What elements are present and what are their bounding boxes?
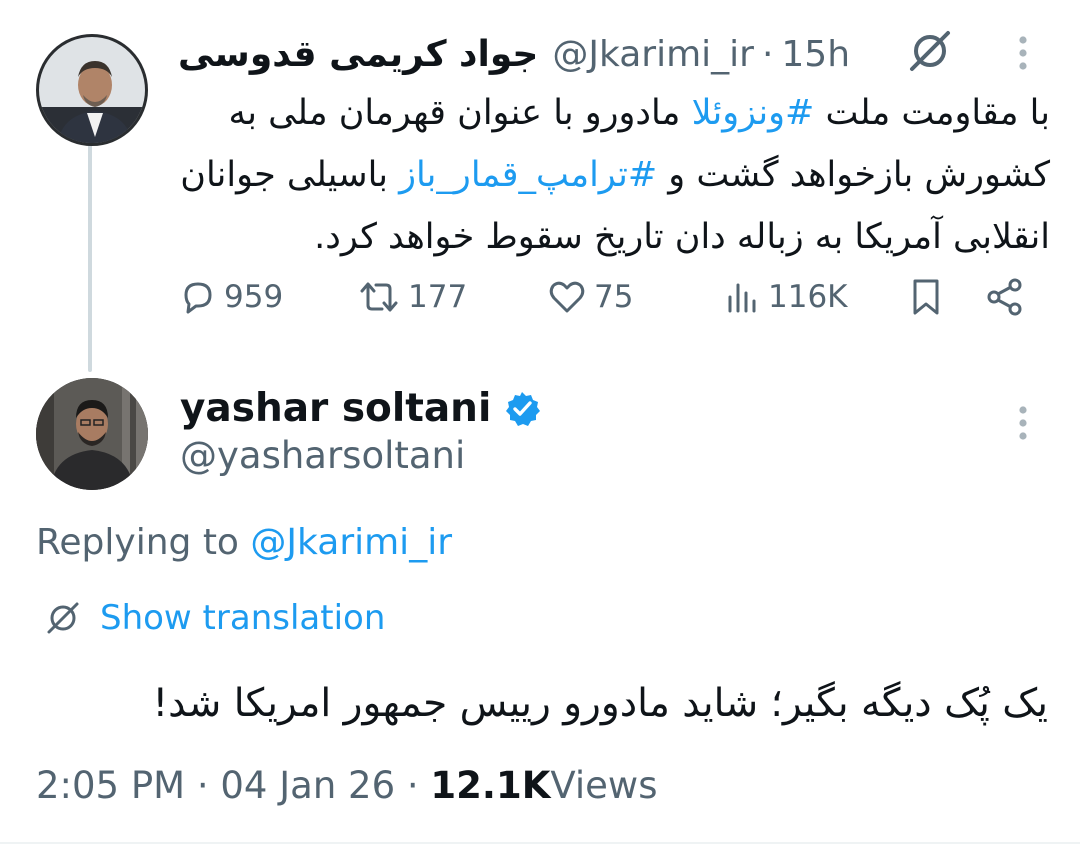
views-icon	[728, 283, 756, 313]
reply-display-name[interactable]: yashar soltani	[180, 386, 491, 431]
repost-icon	[360, 282, 398, 312]
bookmark-icon	[913, 279, 939, 315]
show-translation-button[interactable]: Show translation	[44, 594, 385, 642]
reply-time[interactable]: 2:05 PM	[36, 764, 185, 807]
translate-icon	[47, 602, 79, 634]
parent-avatar[interactable]	[36, 34, 148, 146]
reply-count: 959	[224, 279, 284, 315]
views-count: 116K	[768, 279, 848, 315]
like-count: 75	[594, 279, 634, 315]
replying-to-mention[interactable]: @Jkarimi_ir	[250, 522, 452, 563]
reply-views-count[interactable]: 12.1K	[430, 764, 550, 807]
parent-tweet-text: با مقاومت ملت #ونزوئلا مادورو با عنوان ق…	[160, 82, 1050, 268]
like-button[interactable]: 75	[546, 272, 633, 322]
repost-count: 177	[408, 279, 468, 315]
share-icon	[987, 278, 1022, 316]
repost-button[interactable]: 177	[356, 272, 467, 322]
tweet-thread: جواد کریمی قدوسی @Jkarimi_ir · 15h با مق…	[0, 0, 1080, 848]
reply-button[interactable]: 959	[178, 272, 283, 322]
thread-connector-line	[88, 140, 92, 372]
bookmark-button[interactable]	[906, 272, 952, 322]
reply-date[interactable]: 04 Jan 26	[220, 764, 395, 807]
reply-display-name-row: yashar soltani	[180, 386, 541, 431]
parent-action-bar: 959 177 75 116K	[0, 272, 1080, 322]
reply-views-label: Views	[550, 764, 658, 807]
reply-avatar[interactable]	[36, 378, 148, 490]
verified-badge-icon	[506, 391, 541, 426]
replying-to-line: Replying to @Jkarimi_ir	[36, 522, 452, 563]
meta-separator: ·	[406, 764, 419, 807]
more-icon[interactable]	[1000, 28, 1046, 78]
bottom-divider	[0, 842, 1080, 844]
parent-tweet-header: جواد کریمی قدوسی @Jkarimi_ir · 15h	[178, 30, 898, 78]
parent-timestamp[interactable]: 15h	[781, 34, 850, 75]
meta-separator: ·	[196, 764, 209, 807]
reply-icon	[184, 282, 212, 314]
parent-text-segment: با مقاومت ملت	[814, 93, 1051, 133]
show-translation-label: Show translation	[100, 598, 386, 638]
like-icon	[549, 281, 585, 313]
reply-handle[interactable]: @yasharsoltani	[180, 434, 465, 477]
views-button[interactable]: 116K	[722, 272, 848, 322]
parent-separator: ·	[761, 33, 774, 75]
more-icon[interactable]	[1000, 398, 1046, 448]
parent-handle[interactable]: @Jkarimi_ir	[552, 34, 754, 75]
grok-icon[interactable]	[900, 26, 960, 76]
share-button[interactable]	[984, 272, 1032, 322]
parent-display-name[interactable]: جواد کریمی قدوسی	[178, 34, 538, 75]
reply-tweet-text: یک پُک دیگه بگیر؛ شاید مادورو رییس جمهور…	[152, 681, 1048, 726]
replying-prefix: Replying to	[36, 522, 239, 563]
reply-meta-line: 2:05 PM · 04 Jan 26 · 12.1KViews	[36, 764, 657, 807]
hashtag-venezuela[interactable]: #ونزوئلا	[692, 93, 815, 133]
hashtag-trump[interactable]: #ترامپ_قمار_باز	[399, 155, 657, 195]
